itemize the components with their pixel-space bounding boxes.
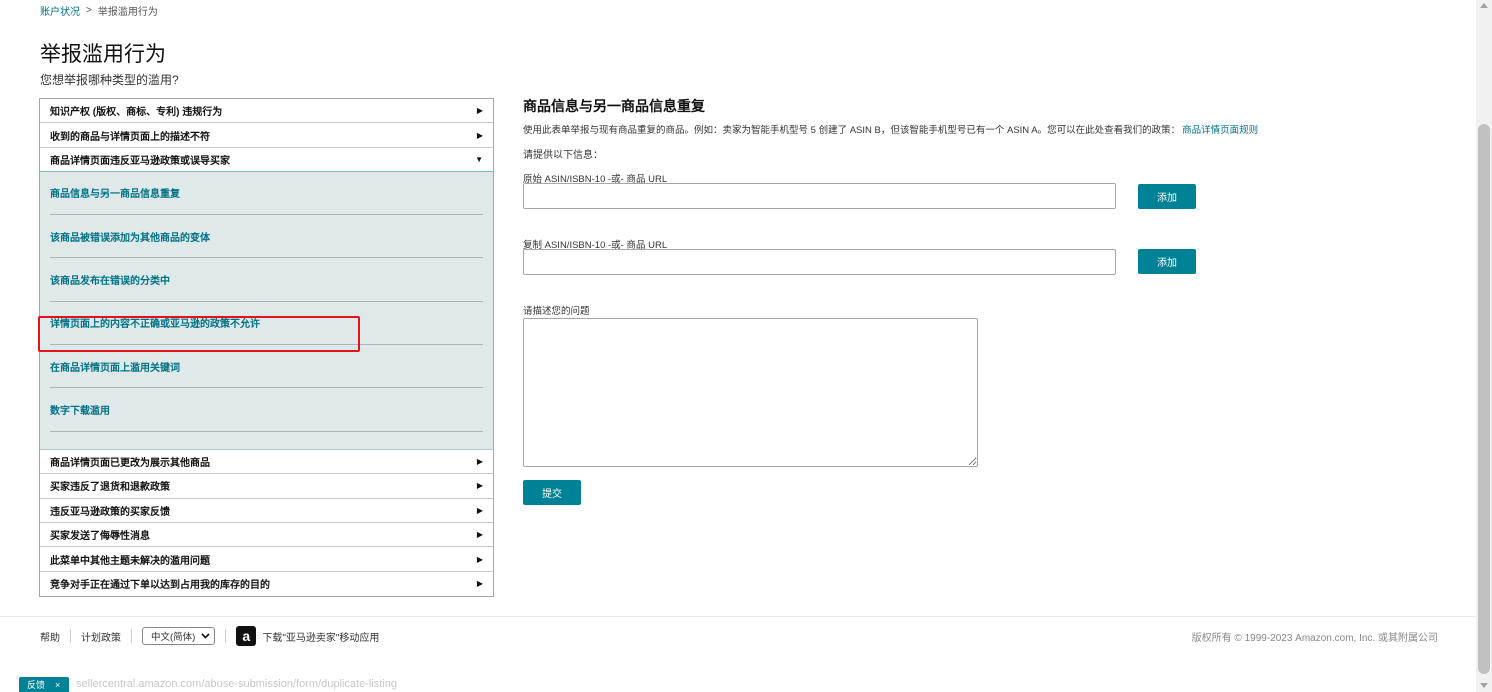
accordion-item-label: 收到的商品与详情页面上的描述不符 [50, 131, 210, 143]
scroll-down-arrow-icon[interactable] [1480, 683, 1488, 688]
duplicate-asin-input[interactable] [523, 249, 1116, 275]
caret-right-icon: ▶ [476, 554, 483, 564]
accordion-subpanel: 商品信息与另一商品信息重复 该商品被错误添加为其他商品的变体 该商品发布在错误的… [38, 171, 493, 450]
subitem-wrong-category[interactable]: 该商品发布在错误的分类中 [50, 258, 483, 302]
add-original-button[interactable]: 添加 [1138, 184, 1196, 209]
describe-issue-label: 请描述您的问题 [523, 306, 590, 317]
accordion-item-not-as-described[interactable]: 收到的商品与详情页面上的描述不符 ▶ [40, 123, 493, 148]
language-select-value: 中文(简体) [151, 632, 196, 643]
footer-policy-link[interactable]: 计划政策 [81, 629, 121, 644]
subitem-incorrect-content[interactable]: 详情页面上的内容不正确或亚马逊的政策不允许 [50, 302, 483, 345]
caret-right-icon: ▶ [476, 106, 483, 116]
accordion-item-label: 买家违反了退货和退款政策 [50, 482, 170, 494]
language-select[interactable]: 中文(简体) [142, 627, 216, 645]
footer: 帮助 计划政策 中文(简体) a 下载"亚马逊卖家"移动应用 [40, 626, 379, 646]
accordion-item-label: 竞争对手正在通过下单以达到占用我的库存的目的 [50, 580, 270, 592]
status-bar-url: sellercentral.amazon.com/abuse-submissio… [76, 678, 397, 690]
subitem-keyword-abuse[interactable]: 在商品详情页面上滥用关键词 [50, 345, 483, 389]
submit-button[interactable]: 提交 [523, 480, 581, 505]
accordion-item-other-abuse[interactable]: 此菜单中其他主题未解决的滥用问题 ▶ [40, 547, 493, 572]
page: 账户状况 > 举报滥用行为 举报滥用行为 您想举报哪种类型的滥用? 知识产权 (… [0, 0, 1476, 692]
describe-issue-textarea[interactable] [523, 318, 978, 467]
scroll-thumb[interactable] [1478, 124, 1490, 674]
footer-help-link[interactable]: 帮助 [40, 629, 60, 644]
form-description-text: 使用此表单举报与现有商品重复的商品。例如：卖家为智能手机型号 5 创建了 ASI… [523, 125, 1181, 136]
duplicate-listing-form: 商品信息与另一商品信息重复 使用此表单举报与现有商品重复的商品。例如：卖家为智能… [523, 96, 1423, 161]
caret-right-icon: ▶ [476, 579, 483, 589]
accordion-item-detail-page-violation[interactable]: 商品详情页面违反亚马逊政策或误导买家 ▼ [40, 147, 493, 172]
caret-right-icon: ▶ [476, 530, 483, 540]
form-description: 使用此表单举报与现有商品重复的商品。例如：卖家为智能手机型号 5 创建了 ASI… [523, 122, 1423, 136]
abuse-type-accordion: 知识产权 (版权、商标、专利) 违规行为 ▶ 收到的商品与详情页面上的描述不符 … [38, 98, 494, 598]
footer-separator [70, 629, 71, 643]
caret-right-icon: ▶ [476, 130, 483, 140]
accordion-item-abusive-message[interactable]: 买家发送了侮辱性消息 ▶ [40, 522, 493, 548]
accordion-item-label: 此菜单中其他主题未解决的滥用问题 [50, 555, 210, 567]
caret-right-icon: ▶ [476, 505, 483, 515]
chevron-down-icon [201, 633, 210, 639]
scroll-up-arrow-icon[interactable] [1480, 3, 1488, 8]
page-title: 举报滥用行为 [40, 43, 166, 66]
accordion-item-label: 商品详情页面已更改为展示其他商品 [50, 457, 210, 469]
footer-separator [225, 629, 227, 643]
add-duplicate-button[interactable]: 添加 [1138, 249, 1196, 274]
policy-link[interactable]: 商品详情页面规则 [1182, 125, 1258, 136]
accordion-item-label: 知识产权 (版权、商标、专利) 违规行为 [50, 107, 223, 119]
copyright: 版权所有 © 1999-2023 Amazon.com, Inc. 或其附属公司 [1191, 633, 1438, 644]
accordion-item-ip-violation[interactable]: 知识产权 (版权、商标、专利) 违规行为 ▶ [40, 99, 493, 124]
accordion-item-inventory-hoarding[interactable]: 竞争对手正在通过下单以达到占用我的库存的目的 ▶ [40, 571, 493, 597]
subitem-duplicate-listing[interactable]: 商品信息与另一商品信息重复 [50, 172, 483, 216]
form-title: 商品信息与另一商品信息重复 [523, 98, 705, 114]
feedback-label: 反馈 [27, 680, 46, 690]
vertical-scrollbar[interactable] [1476, 0, 1492, 692]
breadcrumb-account-health-link[interactable]: 账户状况 [40, 3, 80, 18]
amazon-a-icon: a [236, 626, 257, 646]
breadcrumb: 账户状况 > 举报滥用行为 [40, 3, 158, 18]
form-prompt: 请提供以下信息： [523, 150, 603, 161]
subitem-wrong-variation[interactable]: 该商品被错误添加为其他商品的变体 [50, 215, 483, 259]
caret-right-icon: ▶ [476, 481, 483, 491]
original-asin-input[interactable] [523, 183, 1116, 209]
footer-separator [131, 629, 132, 643]
accordion-item-return-policy[interactable]: 买家违反了退货和退款政策 ▶ [40, 474, 493, 499]
page-subtitle: 您想举报哪种类型的滥用? [40, 73, 179, 87]
breadcrumb-current: 举报滥用行为 [97, 7, 158, 18]
footer-app-download-link[interactable]: 下载"亚马逊卖家"移动应用 [262, 629, 379, 644]
accordion-item-label: 买家发送了侮辱性消息 [50, 531, 150, 543]
close-icon[interactable]: × [55, 680, 60, 690]
subitem-digital-download-abuse[interactable]: 数字下载滥用 [50, 388, 483, 432]
accordion-item-page-changed[interactable]: 商品详情页面已更改为展示其他商品 ▶ [40, 449, 493, 475]
accordion-item-label: 违反亚马逊政策的买家反馈 [50, 506, 170, 518]
caret-down-icon: ▼ [475, 154, 483, 164]
feedback-button[interactable]: 反馈 × [19, 677, 69, 692]
breadcrumb-separator: > [86, 5, 92, 16]
footer-divider [0, 616, 1476, 617]
caret-right-icon: ▶ [476, 456, 483, 466]
accordion-item-buyer-feedback[interactable]: 违反亚马逊政策的买家反馈 ▶ [40, 498, 493, 523]
accordion-item-label: 商品详情页面违反亚马逊政策或误导买家 [50, 155, 230, 167]
